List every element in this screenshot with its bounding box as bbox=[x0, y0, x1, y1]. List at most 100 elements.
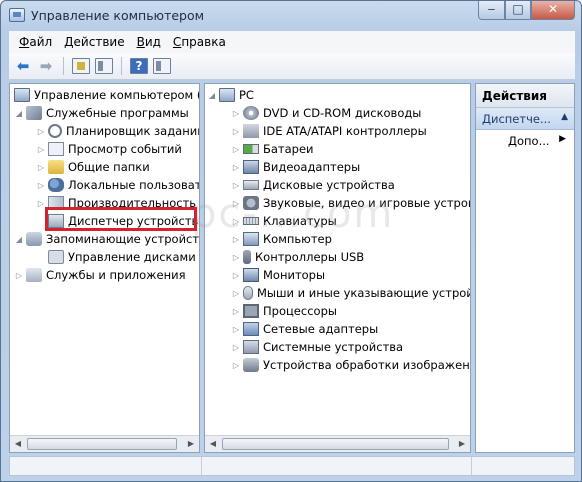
scroll-left-arrow-icon[interactable]: ◀ bbox=[10, 436, 26, 452]
monitor-icon bbox=[243, 268, 259, 282]
tree-item-local-users[interactable]: ▷ Локальные пользователи bbox=[36, 176, 200, 194]
scrollbar-thumb[interactable] bbox=[222, 438, 449, 450]
forward-arrow-icon[interactable]: ➡ bbox=[36, 56, 56, 76]
expand-arrow-icon[interactable]: ▷ bbox=[231, 181, 241, 190]
menu-bar: Файл Действие Вид Справка bbox=[9, 31, 575, 53]
console-tree-pane[interactable]: Управление компьютером (локальным) ◢ Слу… bbox=[9, 83, 200, 453]
expand-arrow-icon[interactable]: ▷ bbox=[231, 145, 241, 154]
tree-item-label: Служебные программы bbox=[46, 106, 189, 120]
collapse-arrow-icon[interactable]: ◢ bbox=[14, 109, 24, 118]
device-category[interactable]: ▷ Мониторы bbox=[231, 266, 325, 284]
collapse-arrow-icon[interactable]: ◢ bbox=[14, 235, 24, 244]
display-adapter-icon bbox=[243, 160, 259, 174]
up-folder-icon bbox=[72, 58, 90, 74]
horizontal-scrollbar[interactable]: ◀ ▶ bbox=[10, 435, 199, 452]
device-category[interactable]: ▷ Мыши и иные указывающие устройства bbox=[231, 284, 470, 302]
scroll-left-arrow-icon[interactable]: ◀ bbox=[205, 436, 221, 452]
help-button[interactable]: ? bbox=[129, 56, 149, 76]
network-adapter-icon bbox=[243, 322, 259, 336]
up-folder-button[interactable] bbox=[71, 56, 91, 76]
device-category-label: Видеоадаптеры bbox=[263, 160, 361, 174]
status-segment bbox=[10, 457, 202, 475]
device-tree-pane[interactable]: ◢ PC ▷ DVD и CD-ROM дисководы ▷ IDE ATA/AT… bbox=[204, 83, 471, 453]
expand-arrow-icon[interactable]: ▷ bbox=[231, 361, 241, 370]
device-category-label: IDE ATA/ATAPI контроллеры bbox=[263, 124, 427, 138]
event-viewer-icon bbox=[48, 142, 64, 156]
toolbar-separator bbox=[121, 57, 122, 75]
title-bar[interactable]: Управление компьютером ‒ □ ✕ bbox=[1, 1, 581, 31]
tree-item-storage[interactable]: ◢ Запоминающие устройства bbox=[14, 230, 200, 248]
device-tree-root[interactable]: ◢ PC bbox=[207, 86, 254, 104]
status-bar bbox=[9, 456, 575, 476]
device-category-label: Контроллеры USB bbox=[255, 250, 365, 264]
expand-arrow-icon[interactable]: ▷ bbox=[231, 325, 241, 334]
battery-icon bbox=[243, 144, 259, 154]
expand-arrow-icon[interactable]: ▷ bbox=[231, 109, 241, 118]
expand-arrow-icon[interactable]: ▷ bbox=[231, 271, 241, 280]
menu-help[interactable]: Справка bbox=[167, 35, 232, 49]
tree-root[interactable]: Управление компьютером (локальным) bbox=[12, 86, 199, 104]
device-category[interactable]: ▷ Батареи bbox=[231, 140, 314, 158]
menu-action[interactable]: Действие bbox=[58, 35, 130, 49]
device-root-label: PC bbox=[239, 88, 254, 102]
scroll-right-arrow-icon[interactable]: ▶ bbox=[183, 436, 199, 452]
device-category[interactable]: ▷ Контроллеры USB bbox=[231, 248, 364, 266]
actions-section-label: Диспетче... bbox=[482, 112, 551, 126]
device-category[interactable]: ▷ IDE ATA/ATAPI контроллеры bbox=[231, 122, 427, 140]
expand-arrow-icon[interactable]: ▷ bbox=[36, 145, 46, 154]
action-pane-button[interactable] bbox=[152, 56, 172, 76]
scrollbar-thumb[interactable] bbox=[27, 438, 177, 450]
tree-item-system-tools[interactable]: ◢ Служебные программы bbox=[14, 104, 189, 122]
tree-item-disk-management[interactable]: Управление дисками bbox=[46, 248, 196, 266]
tree-item-services-apps[interactable]: ▷ Службы и приложения bbox=[14, 266, 186, 284]
tree-item-event-viewer[interactable]: ▷ Просмотр событий bbox=[36, 140, 182, 158]
device-category[interactable]: ▷ DVD и CD-ROM дисководы bbox=[231, 104, 421, 122]
tree-item-task-scheduler[interactable]: ▷ Планировщик заданий bbox=[36, 122, 200, 140]
expand-arrow-icon[interactable]: ▷ bbox=[14, 271, 24, 280]
scroll-right-arrow-icon[interactable]: ▶ bbox=[454, 436, 470, 452]
shared-folder-icon bbox=[48, 160, 64, 174]
device-category-label: Мыши и иные указывающие устройства bbox=[257, 286, 470, 300]
device-category[interactable]: ▷ Устройства обработки изображений bbox=[231, 356, 470, 374]
collapse-arrow-icon[interactable]: ◢ bbox=[207, 91, 217, 100]
minimize-button[interactable]: ‒ bbox=[478, 1, 505, 20]
menu-file[interactable]: Файл bbox=[13, 35, 58, 49]
tree-root-label: Управление компьютером (локальным) bbox=[34, 88, 199, 102]
disk-management-icon bbox=[48, 250, 64, 264]
expand-arrow-icon[interactable]: ▷ bbox=[36, 127, 46, 136]
tree-item-label: Планировщик заданий bbox=[66, 124, 200, 138]
expand-arrow-icon[interactable]: ▷ bbox=[231, 307, 241, 316]
expand-arrow-icon[interactable]: ▷ bbox=[36, 181, 46, 190]
expand-arrow-icon[interactable]: ▷ bbox=[231, 127, 241, 136]
more-actions-label: Допо... bbox=[508, 134, 550, 148]
tree-item-label: Просмотр событий bbox=[68, 142, 182, 156]
device-category[interactable]: ▷ Процессоры bbox=[231, 302, 337, 320]
device-category[interactable]: ▷ Видеоадаптеры bbox=[231, 158, 360, 176]
expand-arrow-icon[interactable]: ▷ bbox=[231, 289, 241, 298]
close-button[interactable]: ✕ bbox=[531, 1, 575, 20]
actions-section-device-manager[interactable]: Диспетче... ▲ bbox=[476, 108, 574, 130]
expand-arrow-icon[interactable]: ▷ bbox=[231, 253, 241, 262]
expand-arrow-icon[interactable]: ▷ bbox=[36, 163, 46, 172]
actions-pane: Действия Диспетче... ▲ Допо... ▶ bbox=[475, 83, 575, 453]
device-category-label: Сетевые адаптеры bbox=[263, 322, 379, 336]
expand-arrow-icon[interactable]: ▷ bbox=[231, 163, 241, 172]
menu-view[interactable]: Вид bbox=[131, 35, 167, 49]
help-icon: ? bbox=[130, 58, 148, 74]
collapse-arrow-icon[interactable]: ▲ bbox=[561, 112, 568, 122]
more-actions-item[interactable]: Допо... ▶ bbox=[476, 130, 574, 152]
system-device-icon bbox=[243, 340, 259, 354]
tree-item-label: Локальные пользователи bbox=[68, 178, 200, 192]
tree-item-label: Службы и приложения bbox=[46, 268, 186, 282]
device-category[interactable]: ▷ Сетевые адаптеры bbox=[231, 320, 378, 338]
back-arrow-icon[interactable]: ⬅ bbox=[13, 56, 33, 76]
processor-icon bbox=[243, 304, 259, 318]
horizontal-scrollbar[interactable]: ◀ ▶ bbox=[205, 435, 470, 452]
tree-item-shared-folders[interactable]: ▷ Общие папки bbox=[36, 158, 150, 176]
show-hide-tree-button[interactable] bbox=[94, 56, 114, 76]
maximize-button[interactable]: □ bbox=[505, 1, 531, 20]
device-category[interactable]: ▷ Системные устройства bbox=[231, 338, 403, 356]
expand-arrow-icon[interactable]: ▷ bbox=[231, 343, 241, 352]
tree-item-label: Запоминающие устройства bbox=[46, 232, 200, 246]
toolbar-separator bbox=[63, 57, 64, 75]
